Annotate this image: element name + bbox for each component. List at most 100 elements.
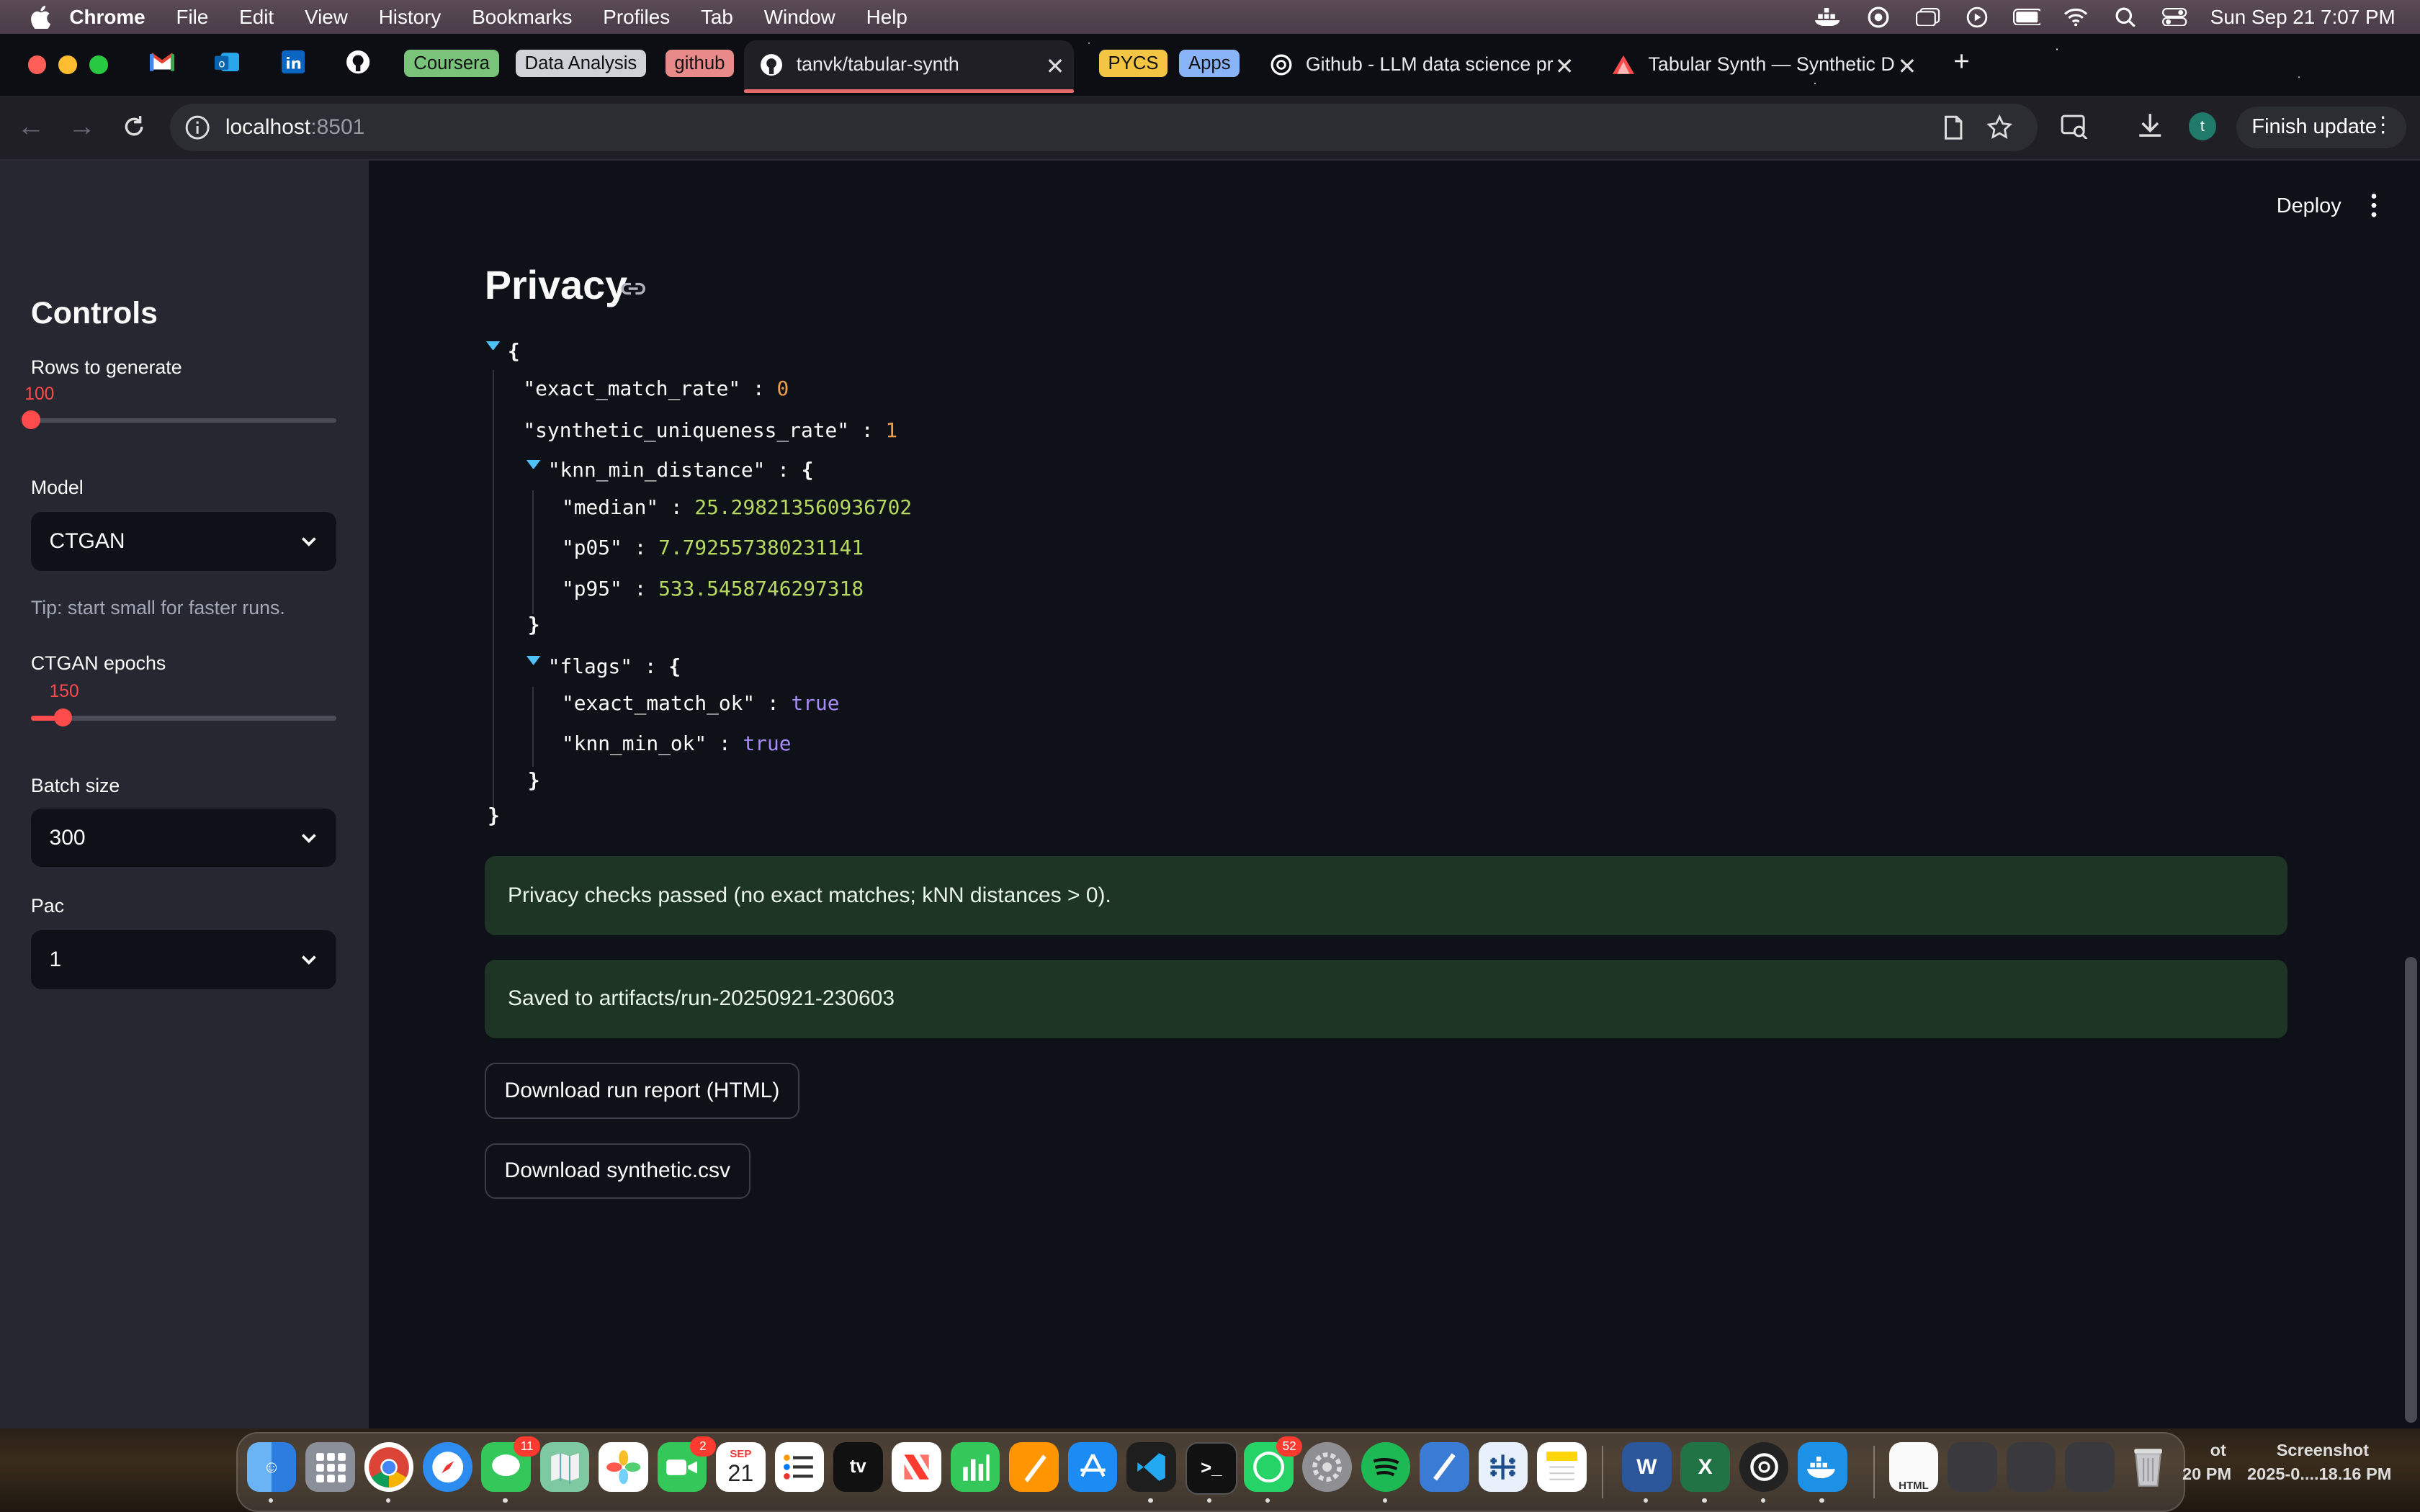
numbers-icon[interactable]	[950, 1442, 1000, 1492]
model-select[interactable]: CTGAN	[30, 512, 337, 571]
reload-icon[interactable]	[119, 111, 150, 142]
control-center-icon[interactable]	[2161, 6, 2189, 28]
main-scrollbar[interactable]	[2404, 956, 2417, 1423]
linkedin-icon[interactable]: in	[279, 48, 308, 76]
tab-group-apps[interactable]: Apps	[1179, 49, 1240, 78]
launchpad-icon[interactable]	[305, 1442, 355, 1492]
tab-tabular-synth-repo[interactable]: tanvk/tabular-synth ✕	[743, 40, 1075, 93]
photos-icon[interactable]	[599, 1442, 648, 1492]
reminders-icon[interactable]	[774, 1442, 825, 1492]
pac-select[interactable]: 1	[30, 930, 337, 989]
menu-help[interactable]: Help	[866, 6, 908, 29]
outlook-icon[interactable]: o	[213, 48, 241, 76]
safari-icon[interactable]	[422, 1442, 472, 1492]
menu-tab[interactable]: Tab	[701, 6, 733, 29]
excel-icon[interactable]: X	[1680, 1442, 1730, 1492]
minimize-window-button[interactable]	[58, 55, 78, 74]
close-tab-icon[interactable]: ✕	[1555, 53, 1574, 80]
github-icon[interactable]	[344, 48, 372, 76]
docker-icon[interactable]	[1798, 1442, 1847, 1492]
chatgpt-icon[interactable]	[1739, 1442, 1789, 1492]
calendar-icon[interactable]: SEP 21	[716, 1442, 766, 1492]
tab-group-data-analysis[interactable]: Data Analysis	[515, 49, 647, 78]
word-icon[interactable]: W	[1621, 1442, 1672, 1492]
download-report-button[interactable]: Download run report (HTML)	[484, 1063, 800, 1119]
address-bar[interactable]: localhost:8501	[169, 103, 2038, 151]
notes-icon[interactable]	[1537, 1442, 1587, 1492]
pages-icon[interactable]	[1009, 1442, 1059, 1492]
finder-icon[interactable]: ☺	[246, 1442, 297, 1492]
docker-status-icon[interactable]	[1815, 6, 1843, 28]
epochs-slider[interactable]	[30, 708, 337, 727]
messages-icon[interactable]: 11	[481, 1436, 540, 1492]
chrome-icon[interactable]	[364, 1442, 414, 1492]
trash-icon[interactable]	[2123, 1442, 2173, 1492]
apple-icon[interactable]	[30, 5, 51, 29]
search-icon[interactable]	[2112, 6, 2140, 28]
deploy-button[interactable]: Deploy	[2277, 194, 2341, 218]
menu-history[interactable]: History	[379, 6, 442, 29]
recent-screenshot-icon[interactable]	[1948, 1442, 1997, 1492]
media-search-icon[interactable]	[2061, 114, 2089, 139]
tab-group-pycs[interactable]: PYCS	[1098, 49, 1168, 78]
new-tab-icon[interactable]: +	[1948, 46, 1976, 77]
vscode-icon[interactable]	[1126, 1442, 1176, 1492]
play-status-icon[interactable]	[1963, 6, 1991, 28]
bookmark-star-icon[interactable]	[1986, 114, 2012, 140]
tab-tabular-synth-app[interactable]: Tabular Synth — Synthetic D ✕	[1596, 40, 1927, 90]
facetime-icon[interactable]: 2	[657, 1436, 717, 1492]
collapse-caret-icon[interactable]	[526, 459, 540, 469]
site-info-icon[interactable]	[185, 115, 210, 140]
html-file-icon[interactable]: HTML	[1888, 1442, 1939, 1492]
page-icon[interactable]	[1940, 114, 1966, 140]
terminal-icon[interactable]: >_	[1185, 1442, 1238, 1495]
finish-update-button[interactable]: Finish update ⋮	[2236, 106, 2406, 148]
spotify-icon[interactable]	[1361, 1442, 1411, 1492]
apple-tv-icon[interactable]: tv	[833, 1442, 883, 1492]
close-tab-icon[interactable]: ✕	[1046, 53, 1065, 80]
whatsapp-icon[interactable]: 52	[1243, 1436, 1303, 1492]
epochs-slider-thumb[interactable]	[53, 708, 73, 727]
forward-icon[interactable]: →	[66, 111, 97, 142]
menu-window[interactable]: Window	[764, 6, 835, 29]
download-icon[interactable]	[2136, 112, 2164, 140]
tableau-icon[interactable]	[1478, 1442, 1528, 1492]
xcode-icon[interactable]	[1420, 1442, 1469, 1492]
pac-select-value: 1	[49, 947, 62, 971]
menu-bookmarks[interactable]: Bookmarks	[472, 6, 572, 29]
menu-app-name[interactable]: Chrome	[69, 6, 145, 29]
anchor-link-icon[interactable]	[620, 278, 646, 300]
rows-slider[interactable]	[22, 410, 337, 429]
recent-screenshot-icon[interactable]	[2064, 1442, 2115, 1492]
menubar-datetime[interactable]: Sun Sep 21 7:07 PM	[2210, 6, 2396, 29]
battery-icon[interactable]	[2012, 6, 2041, 28]
maps-icon[interactable]	[539, 1442, 590, 1492]
collapse-caret-icon[interactable]	[485, 341, 501, 351]
windows-status-icon[interactable]	[1914, 6, 1942, 28]
back-icon[interactable]: ←	[15, 111, 46, 142]
tab-group-github[interactable]: github	[665, 49, 735, 78]
menu-profiles[interactable]: Profiles	[603, 6, 670, 29]
close-window-button[interactable]	[27, 55, 47, 74]
circle-status-icon[interactable]	[1865, 6, 1893, 28]
batch-select[interactable]: 300	[30, 808, 337, 868]
main-menu-icon[interactable]	[2363, 192, 2385, 220]
app-store-icon[interactable]	[1067, 1442, 1118, 1492]
gmail-icon[interactable]	[148, 48, 176, 76]
running-indicator	[385, 1498, 390, 1503]
system-settings-icon[interactable]	[1302, 1442, 1352, 1492]
menu-view[interactable]: View	[305, 6, 348, 29]
news-icon[interactable]	[892, 1442, 941, 1492]
download-csv-button[interactable]: Download synthetic.csv	[484, 1143, 750, 1199]
recent-screenshot-icon[interactable]	[2006, 1442, 2056, 1492]
tab-group-coursera[interactable]: Coursera	[404, 49, 499, 78]
wifi-icon[interactable]	[2062, 6, 2090, 28]
menu-edit[interactable]: Edit	[239, 6, 274, 29]
close-tab-icon[interactable]: ✕	[1898, 53, 1917, 80]
collapse-caret-icon[interactable]	[526, 655, 540, 665]
profile-avatar[interactable]: t	[2188, 112, 2217, 140]
zoom-window-button[interactable]	[89, 55, 108, 74]
menu-file[interactable]: File	[176, 6, 208, 29]
rows-slider-thumb[interactable]	[22, 410, 40, 429]
tab-llm-data-science[interactable]: Github - LLM data science pr ✕	[1253, 40, 1584, 90]
